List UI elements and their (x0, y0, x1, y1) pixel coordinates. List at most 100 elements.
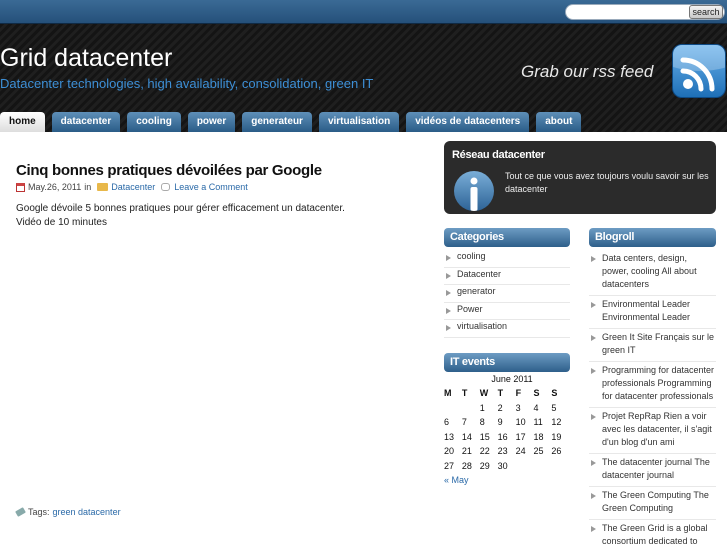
calendar-day: 7 (461, 417, 467, 428)
arrow-icon (446, 307, 451, 314)
calendar-day: 21 (461, 446, 472, 457)
post-body: Google dévoile 5 bonnes pratiques pour g… (16, 202, 436, 230)
site-title[interactable]: Grid datacenter (0, 44, 172, 73)
calendar-day (516, 459, 534, 474)
arrow-icon (591, 493, 596, 499)
post-tags: Tags: green datacenter (15, 507, 121, 517)
calendar-day: 23 (497, 446, 508, 457)
list-item[interactable]: cooling (444, 250, 570, 268)
post-date: May.26, 2011 (28, 182, 82, 192)
blogroll-title: Blogroll (589, 228, 716, 247)
rss-icon[interactable] (672, 44, 726, 98)
list-item[interactable]: Green It Site Français sur le green IT (589, 329, 716, 362)
list-item[interactable]: generator (444, 285, 570, 303)
calendar-header: M T W T F S S (444, 386, 572, 401)
calendar-day: 6 (444, 417, 450, 428)
weekday-label: S (551, 388, 558, 398)
arrow-icon (446, 272, 451, 279)
calendar-day: 11 (533, 417, 543, 428)
tab-cooling[interactable]: cooling (127, 112, 181, 132)
network-text: Tout ce que vous avez toujours voulu sav… (505, 171, 709, 194)
network-box: Réseau datacenter Tout ce que vous avez … (444, 141, 716, 214)
calendar-day: 2 (497, 402, 503, 413)
tags-label: Tags: (28, 507, 50, 517)
list-item[interactable]: The datacenter journal The datacenter jo… (589, 454, 716, 487)
calendar-day (462, 401, 480, 416)
post-body-line: Google dévoile 5 bonnes pratiques pour g… (16, 203, 345, 214)
top-bar: search (0, 0, 727, 24)
weekday-label: T (461, 388, 468, 398)
list-item[interactable]: Environmental Leader Environmental Leade… (589, 296, 716, 329)
calendar-day: 19 (551, 431, 562, 442)
calendar-prev-link[interactable]: « May (444, 475, 572, 485)
folder-icon (97, 183, 109, 191)
arrow-icon (591, 460, 596, 466)
arrow-icon (446, 325, 451, 331)
weekday-label: W (479, 388, 489, 398)
content-area: Cinq bonnes pratiques dévoilées par Goog… (0, 132, 727, 545)
arrow-icon (591, 414, 596, 420)
tab-virtualisation[interactable]: virtualisation (318, 112, 400, 132)
list-item[interactable]: virtualisation (444, 320, 570, 338)
calendar-day: 27 (444, 460, 455, 471)
calendar-day: 20 (444, 446, 455, 457)
arrow-icon (591, 335, 596, 341)
categories-list: cooling Datacenter generator Power virtu… (444, 250, 570, 338)
calendar-day (444, 401, 462, 416)
post-title[interactable]: Cinq bonnes pratiques dévoilées par Goog… (16, 162, 322, 179)
calendar-day: 30 (497, 460, 508, 471)
calendar-day: 15 (479, 431, 490, 442)
rss-feed-text[interactable]: Grab our rss feed (521, 62, 653, 82)
tab-about[interactable]: about (536, 112, 582, 132)
calendar-day: 22 (479, 446, 490, 457)
arrow-icon (591, 256, 596, 262)
list-item[interactable]: Data centers, design, power, cooling All… (589, 250, 716, 296)
arrow-icon (591, 368, 596, 374)
tab-power[interactable]: power (187, 112, 236, 132)
events-title: IT events (444, 353, 570, 372)
list-item[interactable]: Programming for datacenter professionals… (589, 362, 716, 408)
calendar-day: 28 (461, 460, 472, 471)
calendar-day: 10 (515, 417, 526, 428)
arrow-icon (446, 255, 451, 261)
blogroll-list: Data centers, design, power, cooling All… (589, 250, 716, 545)
leave-comment-link[interactable]: Leave a Comment (174, 182, 248, 192)
tag-link[interactable]: green datacenter (53, 507, 121, 517)
weekday-label: S (533, 388, 540, 398)
tab-datacenter[interactable]: datacenter (51, 112, 121, 132)
tab-home[interactable]: home (0, 112, 45, 132)
calendar-day: 24 (515, 446, 526, 457)
info-icon (454, 171, 494, 211)
calendar-day: 26 (551, 446, 562, 457)
arrow-icon (591, 526, 596, 532)
calendar-day: 4 (533, 402, 539, 413)
arrow-icon (591, 302, 596, 308)
post-in-label: in (84, 182, 92, 192)
search-button[interactable]: search (689, 5, 723, 19)
list-item[interactable]: The Green Grid is a global consortium de… (589, 520, 716, 545)
calendar-icon (16, 182, 25, 192)
site-description: Datacenter technologies, high availabili… (0, 76, 374, 91)
calendar-day: 13 (444, 431, 455, 442)
tag-icon (15, 507, 26, 517)
list-item[interactable]: Power (444, 303, 570, 320)
list-item[interactable]: The Green Computing The Green Computing (589, 487, 716, 520)
calendar-day (533, 459, 551, 474)
list-item[interactable]: Projet RepRap Rien a voir avec les datac… (589, 408, 716, 454)
calendar-day: 29 (479, 460, 490, 471)
network-title: Réseau datacenter (452, 149, 545, 161)
calendar-week: 13 14 15 16 17 18 19 (444, 430, 572, 445)
categories-title: Categories (444, 228, 570, 247)
weekday-label: T (497, 388, 504, 398)
calendar-caption: June 2011 (491, 374, 533, 384)
tab-videos[interactable]: vidéos de datacenters (406, 112, 530, 132)
list-item[interactable]: Datacenter (444, 268, 570, 285)
tab-generateur[interactable]: generateur (242, 112, 312, 132)
calendar-week: 1 2 3 4 5 (444, 401, 572, 416)
calendar-day: 17 (515, 431, 526, 442)
calendar: June 2011 M T W T F S S 1 2 3 4 5 6 7 8 … (444, 372, 572, 485)
comment-icon (161, 183, 171, 191)
calendar-day: 18 (533, 431, 544, 442)
calendar-day: 25 (533, 446, 544, 457)
post-category-link[interactable]: Datacenter (111, 182, 155, 192)
